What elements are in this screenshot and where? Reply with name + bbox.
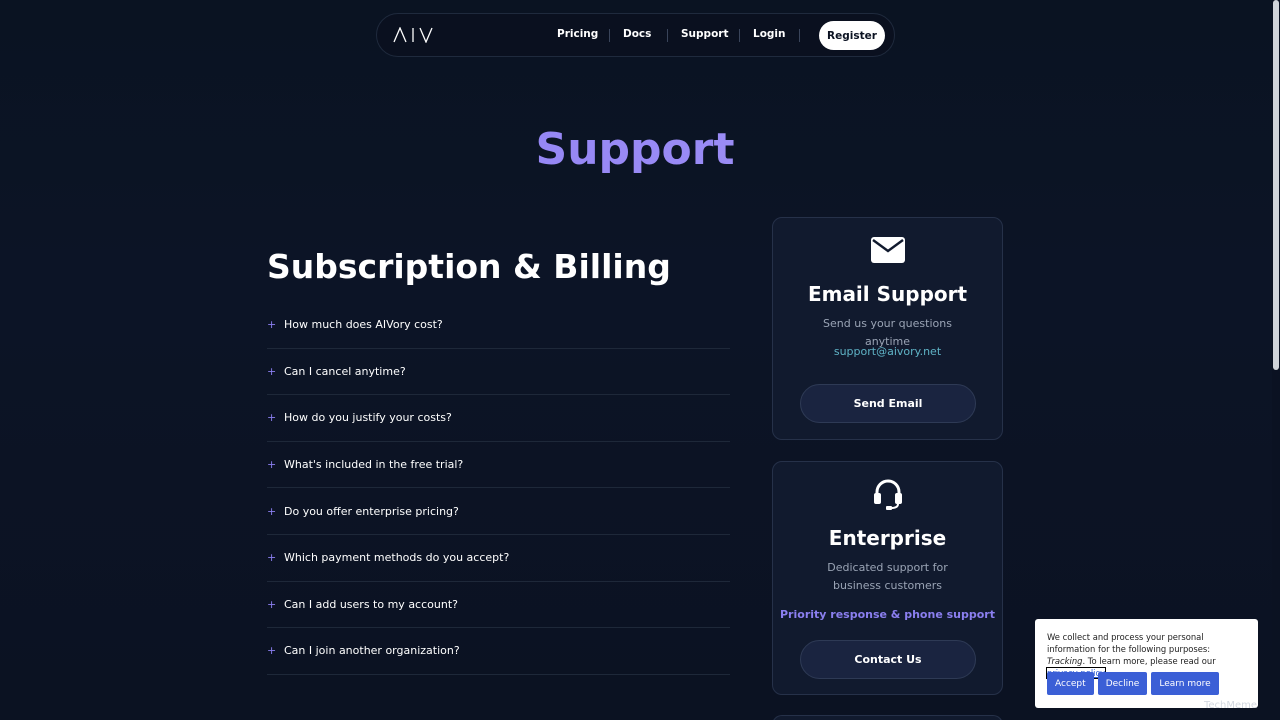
faq-question: What's included in the free trial? — [284, 458, 464, 472]
nav-divider — [667, 29, 668, 42]
faq-question: Which payment methods do you accept? — [284, 551, 510, 565]
envelope-icon — [773, 237, 1002, 263]
faq-item[interactable]: + How do you justify your costs? — [267, 395, 730, 442]
cookie-buttons: Accept Decline Learn more — [1047, 672, 1219, 695]
learn-more-button[interactable]: Learn more — [1151, 672, 1219, 695]
headset-icon — [773, 478, 1002, 510]
cookie-text: We collect and process your personal inf… — [1047, 632, 1211, 654]
card-title: Email Support — [807, 282, 968, 306]
expand-plus-icon: + — [267, 597, 277, 611]
expand-plus-icon: + — [267, 551, 277, 565]
faq-list: + How much does AIVory cost? + Can I cance… — [267, 302, 730, 675]
enterprise-card: Enterprise Dedicated support for busines… — [772, 461, 1003, 695]
faq-item[interactable]: + What's included in the free trial? — [267, 442, 730, 489]
expand-plus-icon: + — [267, 411, 277, 425]
top-nav: Pricing Docs Support Login Register — [376, 13, 895, 57]
faq-question: How much does AIVory cost? — [284, 318, 443, 332]
expand-plus-icon: + — [267, 318, 277, 332]
faq-item[interactable]: + Do you offer enterprise pricing? — [267, 488, 730, 535]
nav-link-docs[interactable]: Docs — [623, 28, 651, 40]
faq-section-title: Subscription & Billing — [267, 247, 671, 286]
accept-button[interactable]: Accept — [1047, 672, 1094, 695]
faq-item[interactable]: + Can I cancel anytime? — [267, 349, 730, 396]
register-button[interactable]: Register — [819, 21, 885, 50]
faq-item[interactable]: + Can I add users to my account? — [267, 582, 730, 629]
faq-item[interactable]: + Can I join another organization? — [267, 628, 730, 675]
expand-plus-icon: + — [267, 364, 277, 378]
nav-link-login[interactable]: Login — [753, 28, 786, 40]
next-card-peek — [772, 715, 1003, 720]
watermark: TechMeme — [1204, 700, 1258, 711]
card-description: Dedicated support for business customers — [827, 561, 948, 592]
card-highlight: Priority response & phone support — [780, 608, 995, 621]
faq-question: How do you justify your costs? — [284, 411, 452, 425]
scrollbar[interactable] — [1272, 0, 1280, 720]
nav-divider — [739, 29, 740, 42]
faq-question: Do you offer enterprise pricing? — [284, 504, 459, 518]
support-email-link[interactable]: support@aivory.net — [773, 345, 1002, 358]
faq-question: Can I add users to my account? — [284, 597, 458, 611]
nav-divider — [799, 29, 800, 42]
cookie-consent-banner: We collect and process your personal inf… — [1035, 619, 1258, 708]
card-title: Enterprise — [828, 526, 947, 550]
faq-item[interactable]: + Which payment methods do you accept? — [267, 535, 730, 582]
email-support-card: Email Support Send us your questions any… — [772, 217, 1003, 440]
contact-us-button[interactable]: Contact Us — [800, 640, 976, 679]
decline-button[interactable]: Decline — [1097, 672, 1148, 695]
nav-divider — [609, 29, 610, 42]
faq-question: Can I join another organization? — [284, 644, 460, 658]
faq-question: Can I cancel anytime? — [284, 364, 406, 378]
cookie-text: . To learn more, please read our — [1082, 656, 1216, 666]
send-email-button[interactable]: Send Email — [800, 384, 976, 423]
nav-link-support[interactable]: Support — [681, 28, 728, 40]
brand-logo[interactable] — [393, 27, 433, 43]
expand-plus-icon: + — [267, 504, 277, 518]
faq-item[interactable]: + How much does AIVory cost? — [267, 302, 730, 349]
page-title: Support — [0, 124, 1270, 175]
expand-plus-icon: + — [267, 458, 277, 472]
cookie-purpose: Tracking — [1047, 656, 1083, 666]
nav-link-pricing[interactable]: Pricing — [557, 28, 598, 40]
scrollbar-thumb[interactable] — [1273, 0, 1279, 370]
expand-plus-icon: + — [267, 644, 277, 658]
